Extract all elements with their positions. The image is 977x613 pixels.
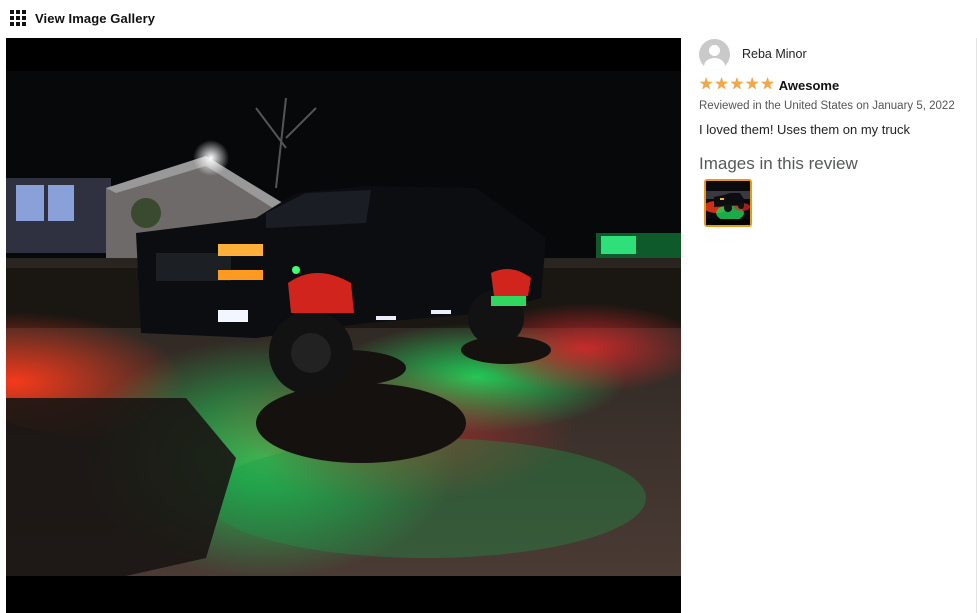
images-in-review-heading: Images in this review	[699, 154, 858, 173]
star-icon: ★	[714, 76, 729, 93]
view-image-gallery-label: View Image Gallery	[35, 10, 156, 26]
reviewer-profile[interactable]: Reba Minor	[699, 38, 807, 70]
review-rating-row: ★ ★ ★ ★ ★ Awesome	[699, 77, 839, 93]
grid-icon	[10, 10, 26, 26]
star-icon: ★	[729, 76, 745, 93]
thumbnail-image	[706, 181, 750, 225]
review-date: Reviewed in the United States on January…	[699, 100, 955, 112]
view-image-gallery-link[interactable]: View Image Gallery	[10, 8, 155, 28]
star-icon: ★	[760, 76, 775, 93]
main-image-frame	[6, 38, 681, 613]
review-body: I loved them! Uses them on my truck	[699, 122, 910, 137]
review-panel: Reba Minor ★ ★ ★ ★ ★ Awesome Reviewed in…	[681, 38, 977, 613]
reviewer-name: Reba Minor	[742, 47, 807, 61]
five-star-rating-icon[interactable]: ★ ★ ★ ★ ★	[699, 77, 775, 93]
star-icon: ★	[699, 76, 714, 93]
user-avatar-icon	[699, 38, 730, 70]
review-image-thumbnail[interactable]	[704, 179, 752, 227]
star-icon: ★	[745, 76, 760, 93]
review-title[interactable]: Awesome	[779, 78, 839, 93]
main-review-image[interactable]	[6, 38, 681, 613]
